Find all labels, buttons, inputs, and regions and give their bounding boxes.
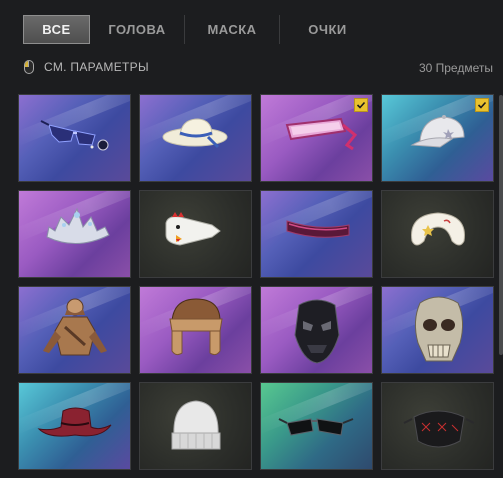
- item-grid: [0, 0, 503, 478]
- ushanka-icon: [169, 298, 223, 356]
- chicken-mask-icon: [165, 212, 221, 246]
- item-card-black-sunglasses[interactable]: [260, 382, 373, 470]
- item-card-glasses-and-ornament[interactable]: [18, 94, 131, 182]
- visor-icon: [286, 220, 350, 238]
- item-card-white-cap[interactable]: [381, 94, 494, 182]
- item-card-fur-ushanka[interactable]: [139, 286, 252, 374]
- item-card-desert-outfit[interactable]: [18, 286, 131, 374]
- item-card-sun-hat[interactable]: [139, 94, 252, 182]
- skull-mask-icon: [414, 296, 464, 362]
- item-card-black-face-mask[interactable]: [260, 286, 373, 374]
- glasses-icon: [40, 120, 109, 151]
- face-mask-icon: [294, 299, 340, 364]
- neck-pillow-icon: [411, 212, 465, 246]
- sun-hat-icon: [162, 118, 228, 149]
- tiara-icon: [46, 207, 110, 245]
- equipped-check-icon: [475, 98, 489, 112]
- item-card-neck-pillow[interactable]: [381, 190, 494, 278]
- face-cover-icon: [403, 410, 475, 448]
- item-card-pink-visor-goggles[interactable]: [260, 94, 373, 182]
- cowboy-hat-icon: [37, 407, 112, 437]
- item-card-knit-beanie[interactable]: [139, 382, 252, 470]
- item-card-cowboy-hat[interactable]: [18, 382, 131, 470]
- equipped-check-icon: [354, 98, 368, 112]
- item-card-silver-tiara[interactable]: [18, 190, 131, 278]
- sunglasses-icon: [278, 418, 354, 436]
- item-card-black-face-cover[interactable]: [381, 382, 494, 470]
- item-card-chicken-mask[interactable]: [139, 190, 252, 278]
- item-card-skull-mask[interactable]: [381, 286, 494, 374]
- outfit-icon: [43, 298, 107, 356]
- beanie-icon: [171, 400, 221, 450]
- scrollbar[interactable]: [499, 95, 503, 355]
- item-card-purple-visor[interactable]: [260, 190, 373, 278]
